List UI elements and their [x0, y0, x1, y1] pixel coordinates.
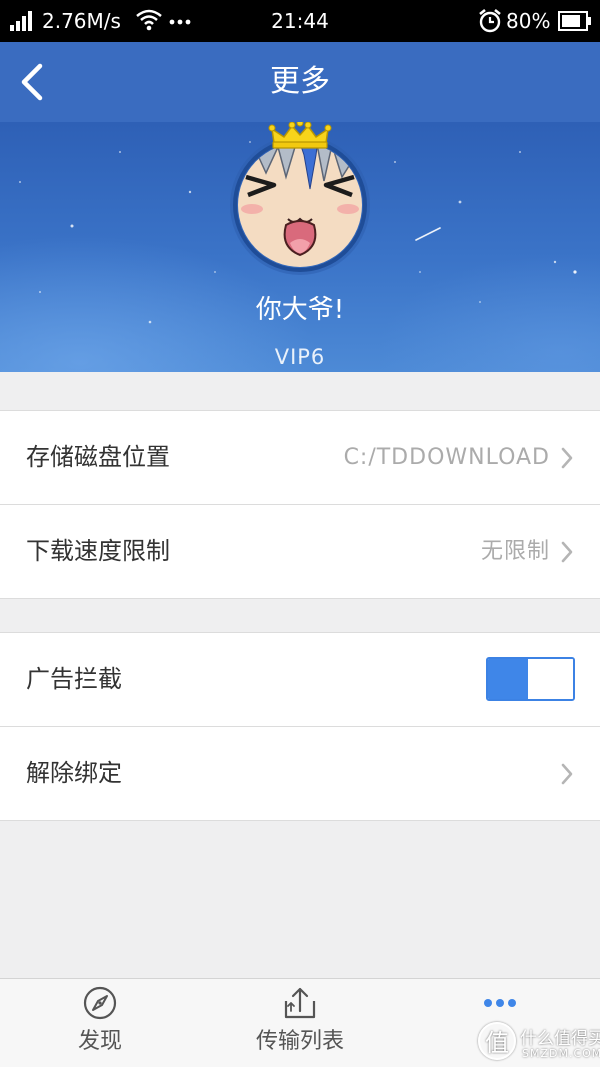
signal-icon — [10, 11, 36, 31]
upload-icon — [284, 987, 316, 1019]
storage-location-row[interactable]: 存储磁盘位置 C:/TDDOWNLOAD — [0, 411, 600, 505]
status-bar: 2.76M/s 21:44 80% — [0, 0, 600, 42]
tab-discover-label: 发现 — [77, 1029, 122, 1054]
top-app-bar: 更多 — [0, 42, 600, 122]
toggle-fill — [488, 659, 528, 699]
storage-location-label: 存储磁盘位置 — [26, 443, 170, 471]
network-speed: 2.76M/s — [42, 9, 121, 33]
toggle-knob — [528, 659, 573, 699]
ad-block-label: 广告拦截 — [26, 665, 122, 693]
tab-transfer-list[interactable]: 传输列表 — [200, 979, 400, 1067]
clock: 21:44 — [271, 9, 329, 33]
profile-banner: 你大爷! VIP6 — [0, 122, 600, 372]
notification-dots-icon — [169, 19, 191, 25]
unbind-label: 解除绑定 — [26, 759, 122, 787]
speed-limit-label: 下载速度限制 — [26, 537, 170, 565]
chevron-right-icon — [561, 447, 573, 469]
compass-icon — [83, 986, 117, 1020]
watermark-text: 什么值得买 — [520, 1029, 600, 1049]
crown-icon — [268, 122, 332, 149]
watermark-domain: SMZDM.COM — [522, 1047, 600, 1060]
speed-limit-row[interactable]: 下载速度限制 无限制 — [0, 505, 600, 599]
ad-block-row: 广告拦截 — [0, 633, 600, 727]
settings-group-account: 广告拦截 解除绑定 — [0, 632, 600, 821]
battery-icon — [558, 11, 591, 31]
more-dots-icon — [484, 999, 516, 1007]
chevron-right-icon — [561, 763, 573, 785]
wifi-icon — [136, 9, 162, 31]
app-screen: 2.76M/s 21:44 80% 更多 你大爷! VIP6 存储磁盘位置 C:… — [0, 0, 600, 1067]
tab-discover[interactable]: 发现 — [0, 979, 200, 1067]
alarm-icon — [479, 8, 501, 33]
settings-group-download: 存储磁盘位置 C:/TDDOWNLOAD 下载速度限制 无限制 — [0, 410, 600, 599]
smzdm-watermark: 值 什么值得买 SMZDM.COM — [476, 1020, 600, 1066]
storage-location-value: C:/TDDOWNLOAD — [343, 445, 550, 470]
page-title: 更多 — [270, 64, 330, 99]
watermark-logo: 值 — [478, 1022, 516, 1060]
tab-transfer-list-label: 传输列表 — [255, 1029, 344, 1054]
back-chevron-icon[interactable] — [16, 62, 50, 102]
speed-limit-value: 无限制 — [480, 539, 550, 564]
username: 你大爷! — [255, 295, 345, 325]
battery-percent: 80% — [506, 9, 551, 33]
unbind-row[interactable]: 解除绑定 — [0, 727, 600, 821]
ad-block-toggle[interactable] — [486, 657, 575, 701]
vip-level: VIP6 — [274, 345, 326, 369]
chevron-right-icon — [561, 541, 573, 563]
